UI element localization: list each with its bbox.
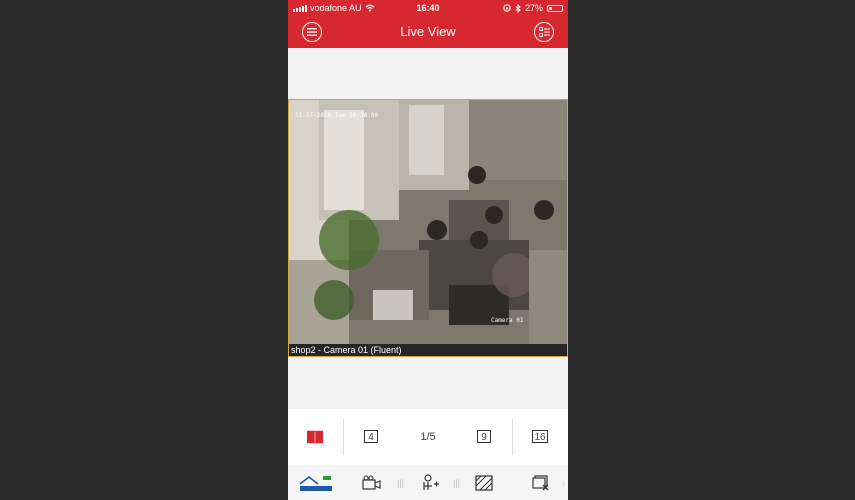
layout-4-button[interactable]: 4 bbox=[362, 429, 380, 444]
divider bbox=[343, 419, 344, 455]
battery-percent: 27% bbox=[524, 3, 543, 13]
camera-feed-image bbox=[289, 100, 567, 345]
phone-screen: vodafone AU 16:40 27% Live View 11-27-20… bbox=[288, 0, 568, 500]
ptz-button[interactable] bbox=[420, 474, 440, 492]
layout-9-label: 9 bbox=[477, 430, 491, 443]
live-video-panel[interactable]: 11-27-2018 Tue 16:38:00 Camera 01 shop2 … bbox=[288, 99, 568, 357]
image-quality-button[interactable] bbox=[474, 474, 494, 492]
single-view-icon bbox=[307, 430, 323, 443]
bluetooth-icon bbox=[515, 3, 521, 13]
logo-icon bbox=[298, 474, 334, 492]
chevron-right-icon: › bbox=[562, 478, 565, 488]
battery-icon bbox=[547, 4, 563, 12]
lock-rotation-icon bbox=[503, 4, 511, 12]
video-caption: shop2 - Camera 01 (Fluent) bbox=[289, 344, 567, 356]
record-icon bbox=[362, 475, 381, 490]
bottom-toolbar: ||| ||| › bbox=[288, 465, 568, 500]
image-quality-icon bbox=[475, 475, 493, 491]
layout-4-label: 4 bbox=[364, 430, 378, 443]
stop-all-icon bbox=[532, 475, 549, 491]
layout-bar: 4 1/5 9 16 bbox=[288, 409, 568, 465]
single-view-button[interactable] bbox=[307, 429, 323, 444]
layout-9-button[interactable]: 9 bbox=[475, 429, 493, 444]
device-list-button[interactable] bbox=[534, 22, 554, 42]
nav-bar: Live View bbox=[288, 16, 568, 48]
stop-all-button[interactable] bbox=[531, 474, 551, 492]
toolbar-divider: ||| bbox=[453, 478, 461, 488]
status-bar: vodafone AU 16:40 27% bbox=[288, 0, 568, 16]
camera-feed[interactable]: 11-27-2018 Tue 16:38:00 Camera 01 bbox=[289, 100, 567, 345]
video-timestamp: 11-27-2018 Tue 16:38:00 bbox=[295, 112, 379, 119]
toolbar-divider: ||| bbox=[397, 478, 405, 488]
page-indicator: 1/5 bbox=[420, 430, 436, 443]
layout-16-button[interactable]: 16 bbox=[530, 429, 550, 444]
page-title: Live View bbox=[400, 24, 456, 39]
device-list-icon bbox=[538, 27, 550, 37]
record-button[interactable] bbox=[362, 474, 382, 492]
camera-overlay-label: Camera 01 bbox=[491, 317, 524, 324]
divider bbox=[512, 419, 513, 455]
layout-16-label: 16 bbox=[532, 430, 548, 443]
ptz-icon bbox=[423, 474, 439, 490]
